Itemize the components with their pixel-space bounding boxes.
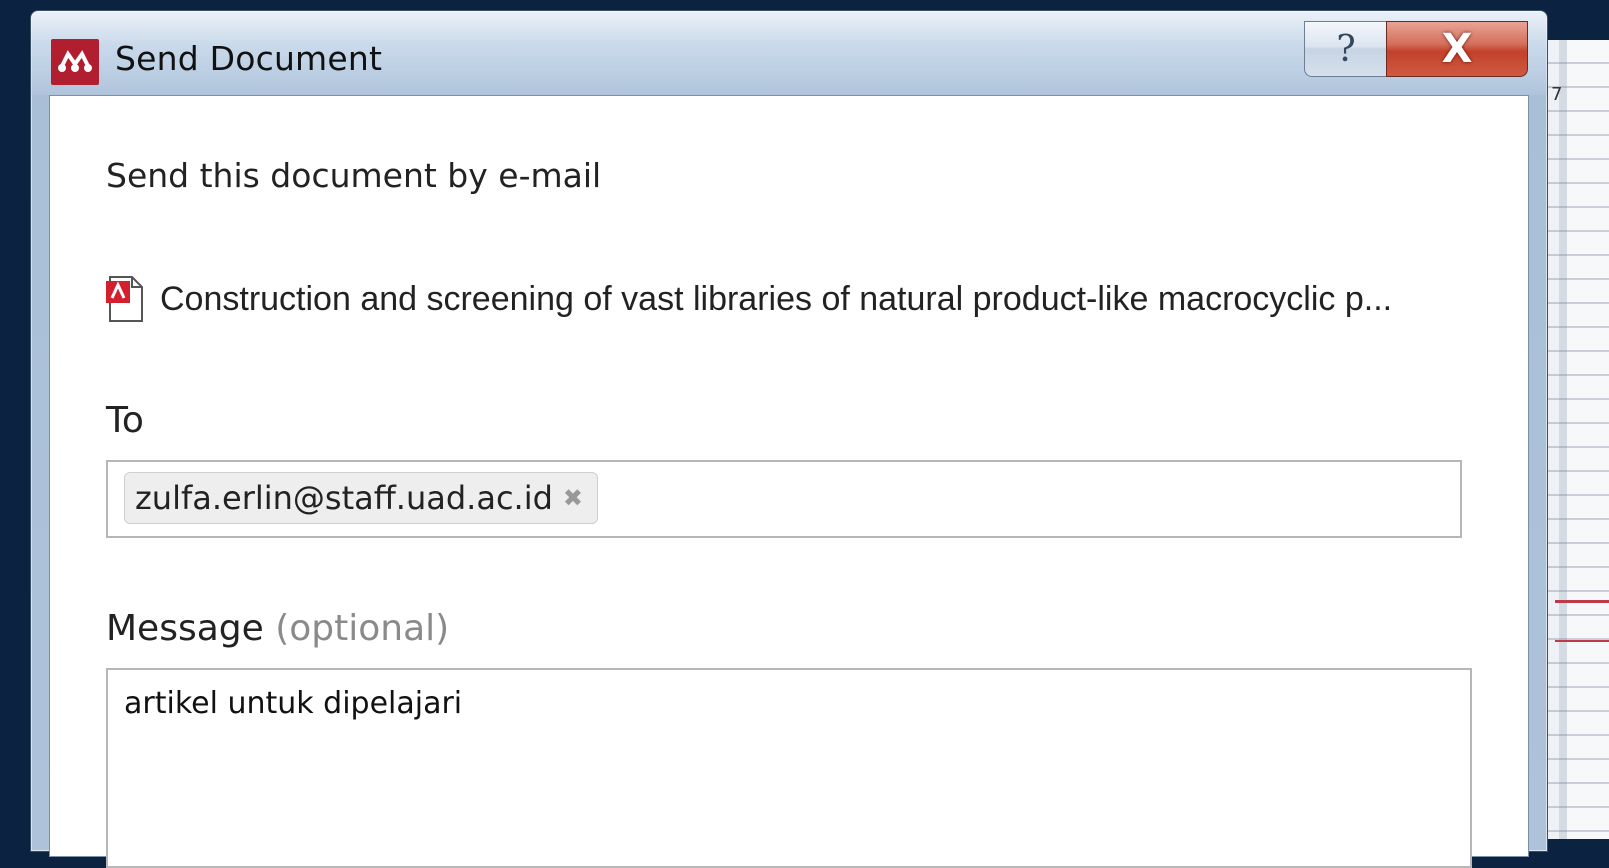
to-label: To	[106, 400, 144, 441]
message-label: Message (optional)	[106, 608, 449, 649]
mendeley-logo-icon	[51, 39, 99, 85]
document-title: Construction and screening of vast libra…	[160, 279, 1393, 318]
pdf-file-icon	[106, 275, 144, 323]
recipient-email: zulfa.erlin@staff.uad.ac.id	[135, 479, 553, 517]
recipients-input[interactable]: zulfa.erlin@staff.uad.ac.id ✖	[106, 460, 1462, 538]
message-textarea[interactable]: artikel untuk dipelajari	[106, 668, 1472, 868]
help-button[interactable]: ?	[1304, 21, 1387, 77]
optional-hint: (optional)	[275, 608, 450, 649]
background-line	[1555, 640, 1609, 642]
message-label-text: Message	[106, 608, 264, 649]
dialog-content: Send this document by e-mail Constructio…	[49, 95, 1529, 868]
background-line	[1555, 600, 1609, 603]
title-bar[interactable]: Send Document ? X	[31, 11, 1547, 95]
message-text: artikel untuk dipelajari	[124, 686, 463, 721]
recipient-chip[interactable]: zulfa.erlin@staff.uad.ac.id ✖	[124, 472, 599, 524]
close-icon: X	[1441, 26, 1473, 72]
document-row: Construction and screening of vast libra…	[106, 274, 1470, 324]
background-text: 7	[1551, 84, 1563, 105]
send-document-dialog: Send Document ? X Send this document by …	[30, 10, 1548, 868]
window-title: Send Document	[115, 39, 383, 78]
close-button[interactable]: X	[1386, 21, 1528, 77]
dialog-heading: Send this document by e-mail	[106, 156, 602, 195]
remove-recipient-icon[interactable]: ✖	[563, 484, 583, 512]
background-app-edge: 7	[1545, 40, 1609, 839]
